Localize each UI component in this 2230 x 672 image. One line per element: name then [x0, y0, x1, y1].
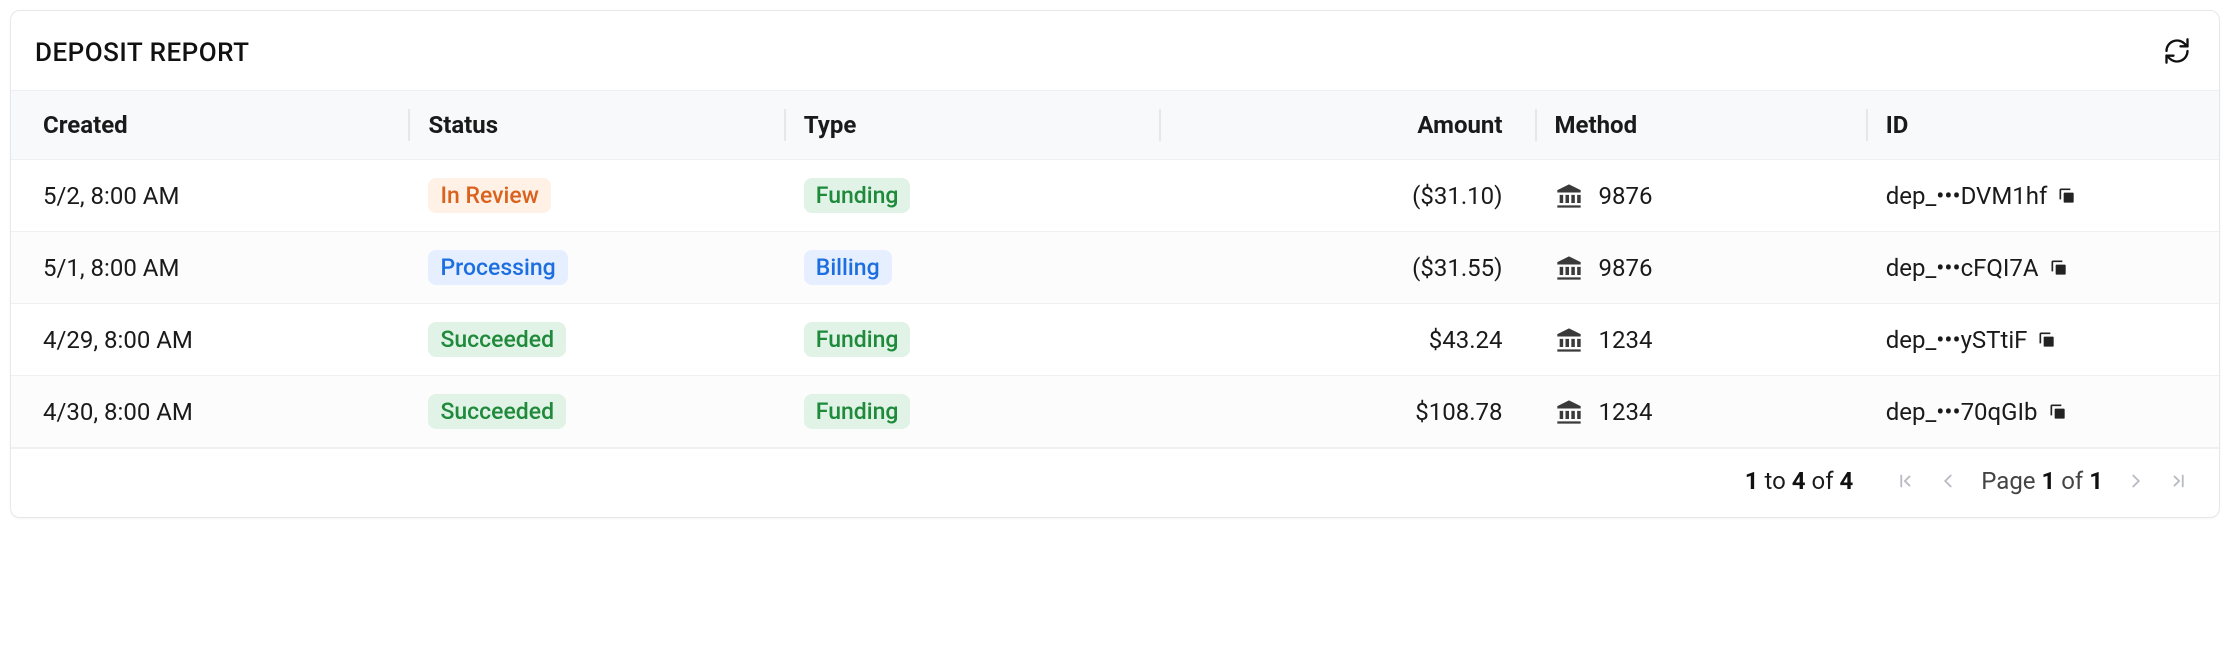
card-header: DEPOSIT REPORT: [11, 11, 2219, 90]
copy-icon[interactable]: [2057, 186, 2077, 206]
copy-icon[interactable]: [2048, 402, 2068, 422]
cell-amount: $108.78: [1159, 376, 1534, 447]
chevrons-right-icon: [2169, 470, 2191, 492]
column-header-method[interactable]: Method: [1535, 91, 1866, 159]
table-row[interactable]: 4/30, 8:00 AM Succeeded Funding $108.78 1234…: [11, 376, 2219, 448]
chevrons-left-icon: [1893, 470, 1915, 492]
table-row[interactable]: 4/29, 8:00 AM Succeeded Funding $43.24 1234 d…: [11, 304, 2219, 376]
type-badge: Funding: [804, 322, 911, 357]
chevron-right-icon: [2125, 470, 2147, 492]
chevron-left-icon: [1937, 470, 1959, 492]
cell-method: 9876: [1535, 160, 1866, 231]
status-badge: Succeeded: [428, 394, 566, 429]
cell-created: 4/30, 8:00 AM: [11, 376, 408, 447]
cell-status: Processing: [408, 232, 783, 303]
method-number: 9876: [1599, 182, 1653, 210]
range-total: 4: [1839, 467, 1853, 495]
cell-created: 5/1, 8:00 AM: [11, 232, 408, 303]
cell-amount: ($31.55): [1159, 232, 1534, 303]
cell-method: 9876: [1535, 232, 1866, 303]
bank-icon: [1555, 254, 1583, 282]
deposit-id: dep_•••DVM1hf: [1886, 182, 2048, 210]
next-page-button[interactable]: [2125, 470, 2147, 492]
cell-status: In Review: [408, 160, 783, 231]
copy-icon[interactable]: [2037, 330, 2057, 350]
bank-icon: [1555, 326, 1583, 354]
cell-created: 5/2, 8:00 AM: [11, 160, 408, 231]
table-header-row: Created Status Type Amount Method ID: [11, 90, 2219, 160]
cell-type: Billing: [784, 232, 1159, 303]
row-range: 1 to 4 of 4: [1745, 467, 1854, 495]
page-title: DEPOSIT REPORT: [35, 38, 250, 68]
cell-status: Succeeded: [408, 376, 783, 447]
deposit-id: dep_•••cFQI7A: [1886, 254, 2039, 282]
page-indicator: Page 1 of 1: [1981, 467, 2103, 495]
table-footer: 1 to 4 of 4 Page 1 of 1: [11, 448, 2219, 517]
bank-icon: [1555, 398, 1583, 426]
column-header-id[interactable]: ID: [1866, 91, 2219, 159]
deposit-id: dep_•••70qGIb: [1886, 398, 2038, 426]
type-badge: Billing: [804, 250, 892, 285]
cell-created: 4/29, 8:00 AM: [11, 304, 408, 375]
prev-page-button[interactable]: [1937, 470, 1959, 492]
cell-id: dep_•••cFQI7A: [1866, 232, 2219, 303]
range-from: 1: [1745, 467, 1759, 495]
column-header-created[interactable]: Created: [11, 91, 408, 159]
method-number: 9876: [1599, 254, 1653, 282]
cell-method: 1234: [1535, 376, 1866, 447]
cell-type: Funding: [784, 304, 1159, 375]
cell-status: Succeeded: [408, 304, 783, 375]
status-badge: Processing: [428, 250, 567, 285]
cell-id: dep_•••ySTtiF: [1866, 304, 2219, 375]
table-row[interactable]: 5/1, 8:00 AM Processing Billing ($31.55) 987…: [11, 232, 2219, 304]
status-badge: In Review: [428, 178, 550, 213]
copy-icon[interactable]: [2049, 258, 2069, 278]
column-header-amount[interactable]: Amount: [1159, 91, 1534, 159]
table-row[interactable]: 5/2, 8:00 AM In Review Funding ($31.10) 9876…: [11, 160, 2219, 232]
last-page-button[interactable]: [2169, 470, 2191, 492]
bank-icon: [1555, 182, 1583, 210]
deposit-report-card: DEPOSIT REPORT Created Status Type Amoun…: [10, 10, 2220, 518]
cell-amount: $43.24: [1159, 304, 1534, 375]
cell-id: dep_•••70qGIb: [1866, 376, 2219, 447]
status-badge: Succeeded: [428, 322, 566, 357]
method-number: 1234: [1599, 326, 1653, 354]
deposit-id: dep_•••ySTtiF: [1886, 326, 2028, 354]
type-badge: Funding: [804, 394, 911, 429]
column-header-status[interactable]: Status: [408, 91, 783, 159]
cell-type: Funding: [784, 160, 1159, 231]
cell-type: Funding: [784, 376, 1159, 447]
cell-amount: ($31.10): [1159, 160, 1534, 231]
pager-controls: Page 1 of 1: [1893, 467, 2191, 495]
method-number: 1234: [1599, 398, 1653, 426]
cell-method: 1234: [1535, 304, 1866, 375]
type-badge: Funding: [804, 178, 911, 213]
table-body: 5/2, 8:00 AM In Review Funding ($31.10) 9876…: [11, 160, 2219, 448]
column-header-type[interactable]: Type: [784, 91, 1159, 159]
refresh-icon: [2163, 37, 2191, 65]
refresh-button[interactable]: [2159, 33, 2195, 72]
range-to: 4: [1792, 467, 1806, 495]
first-page-button[interactable]: [1893, 470, 1915, 492]
cell-id: dep_•••DVM1hf: [1866, 160, 2219, 231]
